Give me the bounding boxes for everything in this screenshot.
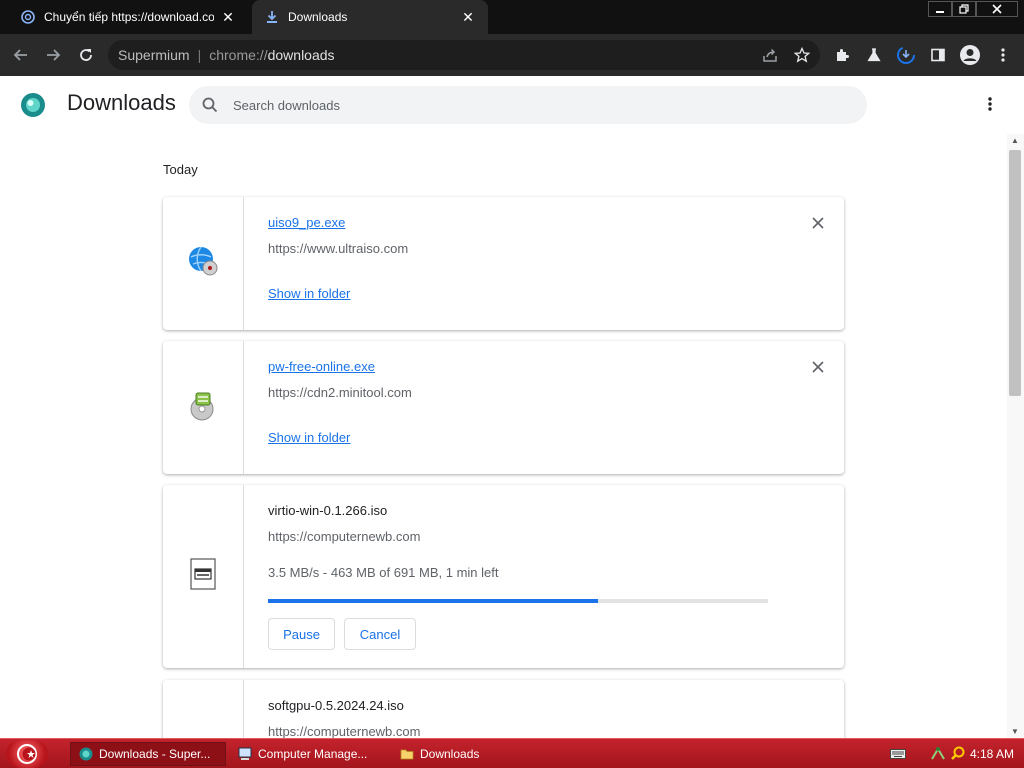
file-name: softgpu-0.5.2024.24.iso	[268, 698, 404, 713]
tab-redirect[interactable]: Chuyển tiếp https://download.com ✕	[8, 0, 248, 34]
download-item: uiso9_pe.exe https://www.ultraiso.com Sh…	[163, 197, 844, 330]
date-section-label: Today	[163, 162, 198, 177]
cancel-button[interactable]: Cancel	[344, 618, 416, 650]
labs-flask-icon[interactable]	[861, 42, 887, 68]
tab-title: Chuyển tiếp https://download.com	[44, 10, 214, 24]
scroll-down-arrow-icon[interactable]: ▼	[1011, 727, 1019, 736]
download-status: 3.5 MB/s - 463 MB of 691 MB, 1 min left	[268, 565, 499, 580]
download-icon	[264, 9, 280, 25]
file-icon-column	[163, 341, 244, 474]
tab-strip: Chuyển tiếp https://download.com ✕ Downl…	[0, 0, 1024, 34]
installer-disk-icon	[188, 389, 218, 426]
file-icon-column	[163, 197, 244, 330]
show-in-folder-link[interactable]: Show in folder	[268, 430, 350, 445]
page-title: Downloads	[67, 90, 176, 115]
browser-icon	[79, 747, 93, 761]
clock[interactable]: 4:18 AM	[970, 747, 1014, 761]
download-progress-fill	[268, 599, 598, 603]
download-progress-bar	[268, 599, 768, 603]
remove-from-list-icon[interactable]	[810, 215, 826, 231]
close-tab-icon[interactable]: ✕	[220, 9, 236, 25]
source-url: https://computernewb.com	[268, 724, 421, 739]
download-progress-icon[interactable]	[893, 42, 919, 68]
globe-cd-icon	[187, 245, 219, 282]
search-input[interactable]	[233, 97, 833, 113]
start-button[interactable]	[6, 740, 48, 768]
extensions-icon[interactable]	[829, 42, 855, 68]
close-window-button[interactable]	[976, 1, 1018, 17]
forward-button[interactable]	[40, 42, 66, 68]
pause-button[interactable]: Pause	[268, 618, 335, 650]
iso-file-icon	[189, 558, 217, 595]
redirect-icon	[20, 9, 36, 25]
back-button[interactable]	[8, 42, 34, 68]
side-panel-icon[interactable]	[925, 42, 951, 68]
browser-name-label: Supermium	[118, 47, 190, 63]
url-text[interactable]: chrome://downloads	[209, 47, 334, 63]
supermium-logo-icon	[20, 92, 46, 118]
restore-button[interactable]	[952, 1, 976, 17]
share-icon[interactable]	[757, 42, 783, 68]
search-tray-icon[interactable]	[950, 745, 966, 766]
taskbar-item-downloads-folder[interactable]: Downloads	[392, 742, 522, 766]
tab-title: Downloads	[288, 10, 348, 24]
download-item-in-progress: virtio-win-0.1.266.iso https://computern…	[163, 485, 844, 668]
reload-button[interactable]	[73, 42, 99, 68]
more-actions-icon[interactable]	[980, 94, 1000, 114]
remove-from-list-icon[interactable]	[810, 359, 826, 375]
system-tray: 4:18 AM	[880, 742, 1024, 766]
source-url: https://cdn2.minitool.com	[268, 385, 412, 400]
browser-toolbar: Supermium | chrome://downloads	[0, 34, 1024, 76]
scroll-up-arrow-icon[interactable]: ▲	[1011, 136, 1019, 145]
taskbar-item-computer-management[interactable]: Computer Manage...	[230, 742, 390, 766]
taskbar-item-label: Computer Manage...	[258, 747, 368, 761]
source-url: https://computernewb.com	[268, 529, 421, 544]
tab-downloads[interactable]: Downloads ✕	[252, 0, 488, 34]
folder-icon	[400, 747, 414, 761]
omnibox-separator: |	[197, 47, 202, 63]
address-bar[interactable]: Supermium | chrome://downloads	[108, 40, 820, 70]
search-icon	[201, 96, 219, 114]
file-name-link[interactable]: uiso9_pe.exe	[268, 215, 345, 230]
computer-management-icon	[238, 747, 252, 761]
taskbar-item-label: Downloads	[420, 747, 480, 761]
file-name-link[interactable]: pw-free-online.exe	[268, 359, 375, 374]
page-scrollbar[interactable]: ▲ ▼	[1007, 134, 1024, 738]
file-icon-column	[163, 485, 244, 668]
downloads-header: Downloads	[0, 76, 1024, 132]
browser-menu-icon[interactable]	[990, 42, 1016, 68]
download-item: pw-free-online.exe https://cdn2.minitool…	[163, 341, 844, 474]
scrollbar-thumb[interactable]	[1009, 150, 1021, 396]
profile-avatar-icon[interactable]	[957, 42, 983, 68]
bookmark-star-icon[interactable]	[789, 42, 815, 68]
taskbar-item-browser[interactable]: Downloads - Super...	[70, 742, 226, 766]
show-in-folder-link[interactable]: Show in folder	[268, 286, 350, 301]
keyboard-icon[interactable]	[890, 747, 906, 765]
source-url: https://www.ultraiso.com	[268, 241, 409, 256]
taskbar: Downloads - Super... Computer Manage... …	[0, 738, 1024, 768]
taskbar-item-label: Downloads - Super...	[99, 747, 211, 761]
close-tab-icon[interactable]: ✕	[460, 9, 476, 25]
file-name: virtio-win-0.1.266.iso	[268, 503, 388, 518]
search-box[interactable]	[189, 86, 867, 124]
network-icon[interactable]	[930, 745, 946, 766]
minimize-button[interactable]	[928, 1, 952, 17]
